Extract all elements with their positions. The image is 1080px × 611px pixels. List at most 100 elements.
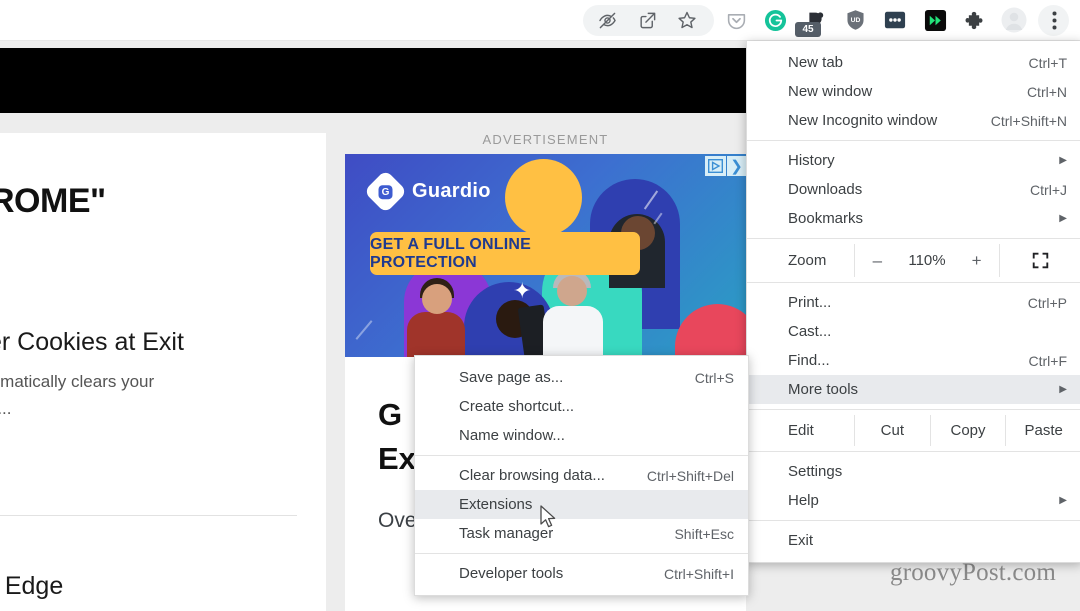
menu-separator: [747, 282, 1080, 283]
star-icon[interactable]: [673, 6, 701, 34]
kebab-menu-icon[interactable]: [1040, 6, 1068, 34]
ad-shape-red: [675, 304, 746, 357]
menu-item-print[interactable]: Print... Ctrl+P: [747, 288, 1080, 317]
chevron-right-icon: ▶: [1059, 154, 1067, 166]
ad-brand-logo: G Guardio: [363, 169, 491, 214]
menu-item-accelerator: Ctrl+J: [1030, 181, 1067, 198]
chrome-main-menu: New tab Ctrl+T New window Ctrl+N New Inc…: [746, 41, 1080, 563]
menu-item-label: Help: [788, 492, 819, 509]
menu-item-cast[interactable]: Cast...: [747, 317, 1080, 346]
ublock-icon[interactable]: UD: [841, 6, 869, 34]
copy-button[interactable]: Copy: [929, 415, 1006, 446]
menu-item-find[interactable]: Find... Ctrl+F: [747, 346, 1080, 375]
menu-separator: [747, 520, 1080, 521]
menu-item-accelerator: Ctrl+F: [1028, 352, 1068, 369]
menu-separator: [747, 140, 1080, 141]
profile-icon[interactable]: [1000, 6, 1028, 34]
menu-item-downloads[interactable]: Downloads Ctrl+J: [747, 175, 1080, 204]
share-icon[interactable]: [633, 6, 661, 34]
svg-text:UD: UD: [850, 17, 860, 24]
grammarly-icon[interactable]: [761, 6, 789, 34]
article-description-line: w...: [0, 399, 12, 418]
pocket-icon[interactable]: [722, 6, 750, 34]
ad-person-two-body: [407, 312, 465, 357]
menu-zoom-row: Zoom – 110% +: [747, 244, 1080, 277]
article-description-line: tomatically clears your: [0, 372, 155, 391]
menu-item-label: Settings: [788, 463, 843, 480]
chevron-right-icon: ▶: [1059, 494, 1067, 506]
menu-item-label: New Incognito window: [788, 112, 938, 129]
site-watermark: groovyPost.com: [890, 559, 1056, 586]
menu-item-exit[interactable]: Exit: [747, 526, 1080, 555]
cut-button[interactable]: Cut: [854, 415, 930, 446]
article-footer-title[interactable]: ft Edge: [0, 572, 324, 601]
submenu-item-name-window[interactable]: Name window...: [415, 421, 748, 450]
fastforward-icon[interactable]: [921, 6, 949, 34]
ad-cta-button[interactable]: GET A FULL ONLINE PROTECTION: [370, 232, 640, 275]
menu-separator: [747, 451, 1080, 452]
menu-item-accelerator: Ctrl+Shift+Del: [646, 467, 734, 484]
ad-person-four-face: [557, 276, 587, 306]
menu-item-accelerator: Ctrl+Shift+N: [990, 112, 1067, 129]
menu-item-label: Create shortcut...: [459, 398, 575, 415]
paste-button[interactable]: Paste: [1005, 415, 1080, 446]
article-kicker: ROME": [0, 182, 106, 220]
menu-item-label: Developer tools: [459, 565, 564, 582]
menu-item-settings[interactable]: Settings: [747, 457, 1080, 486]
menu-item-label: Bookmarks: [788, 210, 864, 227]
menu-item-help[interactable]: Help ▶: [747, 486, 1080, 515]
menu-separator: [747, 409, 1080, 410]
ad-below-heading-line2: Ex: [378, 441, 416, 476]
menu-item-new-incognito-window[interactable]: New Incognito window Ctrl+Shift+N: [747, 106, 1080, 135]
menu-item-label: Cast...: [788, 323, 832, 340]
zoom-label: Zoom: [788, 252, 827, 269]
submenu-item-task-manager[interactable]: Task manager Shift+Esc: [415, 519, 748, 548]
menu-item-label: More tools: [788, 381, 859, 398]
menu-item-new-window[interactable]: New window Ctrl+N: [747, 77, 1080, 106]
browser-toolbar: 45 UD: [0, 0, 1080, 41]
zoom-in-button[interactable]: +: [970, 251, 984, 271]
edit-label: Edit: [788, 422, 814, 439]
ad-circle-shape: [505, 159, 582, 236]
submenu-item-clear-browsing-data[interactable]: Clear browsing data... Ctrl+Shift+Del: [415, 461, 748, 490]
mouse-cursor: [540, 505, 558, 529]
article-divider: [0, 515, 297, 516]
menu-separator: [747, 238, 1080, 239]
more-tools-submenu: Save page as... Ctrl+S Create shortcut..…: [414, 355, 749, 596]
menu-item-history[interactable]: History ▶: [747, 146, 1080, 175]
menu-item-more-tools[interactable]: More tools ▶: [747, 375, 1080, 404]
menu-item-accelerator: Ctrl+Shift+I: [663, 565, 734, 582]
zoom-controls: – 110% +: [854, 244, 1000, 277]
menu-item-label: Save page as...: [459, 369, 564, 386]
eye-off-icon[interactable]: [593, 6, 621, 34]
puzzle-icon[interactable]: [961, 6, 989, 34]
menu-item-label: Find...: [788, 352, 830, 369]
submenu-bottom-padding: [415, 588, 748, 595]
ad-below-heading-line1: G: [378, 397, 403, 432]
submenu-item-save-page-as[interactable]: Save page as... Ctrl+S: [415, 363, 748, 392]
advertisement-banner[interactable]: ✦ G Guardio GET A FULL ONLINE PROTECTION…: [345, 154, 746, 357]
guardio-logo-inner: G: [378, 184, 393, 199]
submenu-item-developer-tools[interactable]: Developer tools Ctrl+Shift+I: [415, 559, 748, 588]
fullscreen-button[interactable]: [1000, 252, 1080, 269]
guardio-logo-icon: G: [363, 169, 408, 214]
menu-item-accelerator: Ctrl+P: [1027, 294, 1067, 311]
ad-close-icon[interactable]: ❯: [727, 156, 746, 176]
menu-item-label: New window: [788, 83, 873, 100]
ad-streak-decor: [355, 320, 373, 340]
menu-item-label: Clear browsing data...: [459, 467, 605, 484]
zoom-out-button[interactable]: –: [870, 251, 884, 271]
ad-sparkle-icon: ✦: [513, 278, 532, 303]
article-title[interactable]: er Cookies at Exit: [0, 328, 328, 357]
submenu-item-extensions[interactable]: Extensions: [415, 490, 748, 519]
dots-extension-icon[interactable]: [881, 6, 909, 34]
adchoices-icon[interactable]: [705, 156, 726, 176]
chevron-right-icon: ▶: [1059, 383, 1067, 395]
zoom-level-value: 110%: [908, 252, 946, 269]
ad-brand-name: Guardio: [412, 180, 491, 202]
menu-item-new-tab[interactable]: New tab Ctrl+T: [747, 48, 1080, 77]
menu-item-accelerator: Ctrl+N: [1026, 83, 1067, 100]
submenu-item-create-shortcut[interactable]: Create shortcut...: [415, 392, 748, 421]
menu-item-label: Name window...: [459, 427, 565, 444]
menu-item-bookmarks[interactable]: Bookmarks ▶: [747, 204, 1080, 233]
